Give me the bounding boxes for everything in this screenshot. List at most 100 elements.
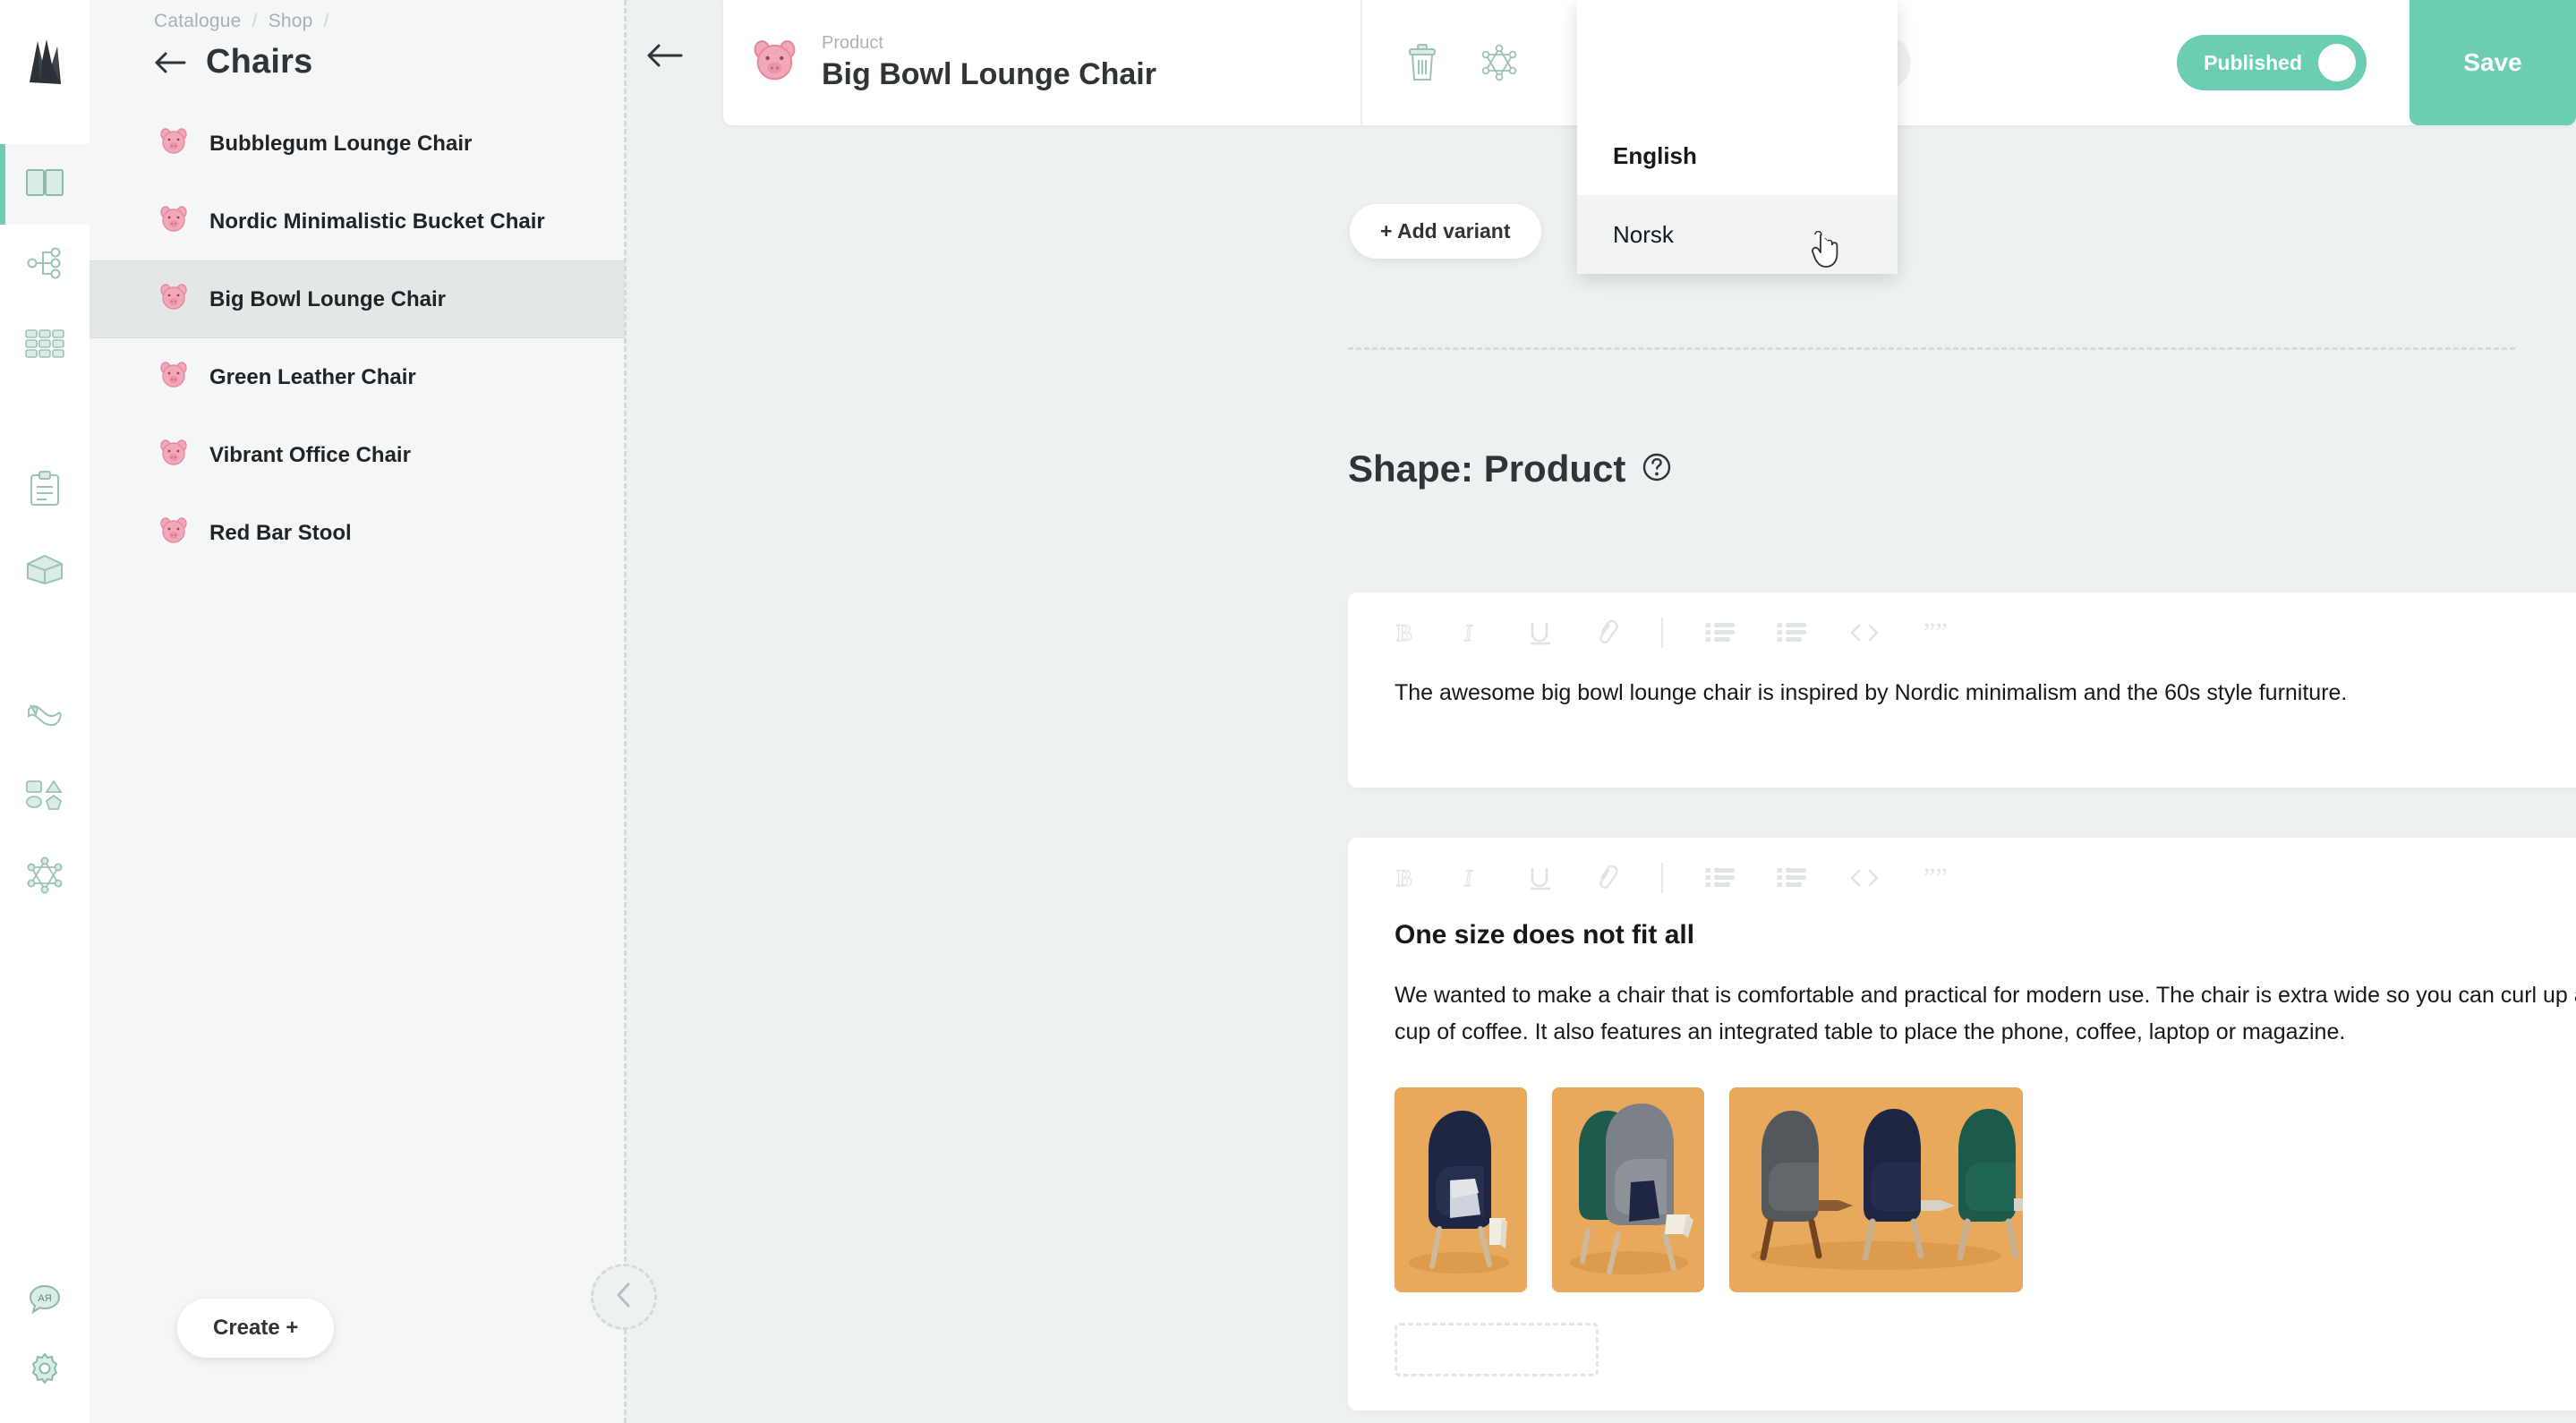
pointer-cursor-icon [1808, 230, 1838, 268]
description-editor-toolbar: B I ”” [1348, 838, 2576, 893]
delete-product-button[interactable] [1407, 44, 1437, 81]
navy-lounge-chair-image[interactable] [1395, 1087, 1527, 1292]
breadcrumb-item-shop[interactable]: Shop [269, 11, 313, 31]
pig-avatar-icon [159, 361, 190, 394]
summary-editor-card: B I ”” The awesome big bowl lounge chair… [1348, 592, 2576, 788]
underline-icon[interactable] [1527, 619, 1552, 646]
list-item-label: Bubblegum Lounge Chair [209, 131, 473, 156]
add-variant-button[interactable]: + Add variant [1350, 204, 1541, 259]
save-button[interactable]: Save [2410, 0, 2576, 125]
pig-avatar-icon [159, 283, 190, 316]
description-editor-body[interactable]: One size does not fit all We wanted to m… [1348, 893, 2576, 1050]
question-circle-icon[interactable] [1642, 452, 1672, 487]
clipboard-icon [30, 470, 60, 511]
product-title: Big Bowl Lounge Chair [822, 57, 1156, 91]
sitemap-icon [27, 247, 63, 284]
publish-label: Published [2204, 50, 2302, 74]
svg-text:AЯ: AЯ [38, 1293, 51, 1304]
list-item[interactable]: Green Leather Chair [90, 338, 625, 416]
shape-heading: Shape: Product [1348, 447, 1672, 490]
panel-title-row: Chairs [154, 43, 625, 81]
product-text-block: Product Big Bowl Lounge Chair [822, 33, 1156, 92]
breadcrumb-separator: / [252, 11, 258, 31]
sidebar-item-topics[interactable] [0, 225, 90, 305]
svg-text:I: I [1463, 620, 1473, 646]
numbered-list-icon[interactable] [1778, 621, 1806, 644]
list-item-label: Red Bar Stool [209, 520, 352, 545]
panel-divider [624, 0, 627, 1423]
product-type-label: Product [822, 33, 883, 53]
list-item[interactable]: Nordic Minimalistic Bucket Chair [90, 183, 625, 260]
code-icon[interactable] [1849, 867, 1880, 889]
collapse-panel-button[interactable] [591, 1264, 657, 1330]
svg-text:””: ”” [1923, 866, 1948, 890]
summary-text: The awesome big bowl lounge chair is ins… [1395, 680, 2348, 705]
language-option-english[interactable]: English [1577, 116, 1898, 195]
breadcrumb-item-catalogue[interactable]: Catalogue [154, 11, 242, 31]
language-option-norsk[interactable]: Norsk [1577, 195, 1898, 274]
sidebar-item-shipping[interactable] [0, 531, 90, 611]
list-item[interactable]: Red Bar Stool [90, 494, 625, 572]
sidebar-item-pim[interactable] [0, 676, 90, 756]
section-divider [1348, 347, 2515, 350]
quote-icon[interactable]: ”” [1923, 863, 1949, 892]
graphql-api-button[interactable] [1480, 44, 1518, 81]
bold-icon[interactable]: B [1395, 619, 1418, 646]
box-icon [26, 553, 64, 590]
chevron-left-icon [614, 1282, 634, 1313]
main-back-button[interactable] [645, 43, 685, 68]
shape-title: Shape: Product [1348, 447, 1626, 490]
toolbar-separator [1661, 618, 1663, 648]
list-item[interactable]: Vibrant Office Chair [90, 416, 625, 494]
toolbar-separator [1661, 863, 1663, 893]
catalogue-list-panel: Catalogue / Shop / Chairs Bubblegum Loun… [90, 0, 625, 1423]
italic-icon[interactable]: I [1461, 619, 1484, 646]
code-icon[interactable] [1849, 622, 1880, 643]
description-editor-card: B I ”” One size does not fit all We want… [1348, 838, 2576, 1410]
description-image-strip [1348, 1050, 2576, 1292]
list-item-label: Nordic Minimalistic Bucket Chair [209, 209, 545, 234]
summary-editor-body[interactable]: The awesome big bowl lounge chair is ins… [1348, 648, 2576, 712]
list-item-label: Big Bowl Lounge Chair [209, 286, 446, 311]
sidebar-item-catalogue[interactable] [0, 144, 90, 225]
list-item[interactable]: Bubblegum Lounge Chair [90, 105, 625, 183]
numbered-list-icon[interactable] [1778, 866, 1806, 890]
breadcrumb-separator-2: / [323, 11, 329, 31]
icon-rail: AЯ [0, 0, 90, 1423]
sidebar-item-orders[interactable] [0, 450, 90, 531]
add-variant-row: + Add variant [1350, 204, 1541, 259]
app-root: AЯ Catalogue / Shop / Chairs Bubblegum L… [0, 0, 2576, 1423]
pig-avatar-icon [159, 205, 190, 238]
add-image-placeholder[interactable] [1395, 1323, 1599, 1376]
bold-icon[interactable]: B [1395, 865, 1418, 891]
ab-bubble-icon: AЯ [28, 1283, 62, 1322]
underline-icon[interactable] [1527, 865, 1552, 891]
trash-icon [1407, 44, 1437, 84]
graphql-icon [26, 856, 64, 899]
bullet-list-icon[interactable] [1706, 621, 1735, 644]
description-paragraph: We wanted to make a chair that is comfor… [1395, 983, 2576, 1044]
link-icon[interactable] [1595, 619, 1618, 646]
italic-icon[interactable]: I [1461, 865, 1484, 891]
quote-icon[interactable]: ”” [1923, 618, 1949, 647]
list-item-label: Green Leather Chair [209, 364, 416, 389]
bullet-list-icon[interactable] [1706, 866, 1735, 890]
sidebar-item-language[interactable]: AЯ [0, 1262, 90, 1342]
publish-toggle[interactable]: Published [2177, 35, 2367, 90]
pig-avatar-icon [159, 439, 190, 472]
list-item-selected[interactable]: Big Bowl Lounge Chair [90, 260, 625, 338]
sidebar-item-grid[interactable] [0, 305, 90, 386]
crystallize-logo-icon[interactable] [25, 38, 64, 94]
sidebar-item-shapes[interactable] [0, 756, 90, 837]
list-item-label: Vibrant Office Chair [209, 442, 411, 467]
sidebar-item-graphql[interactable] [0, 837, 90, 917]
three-chairs-lineup-image[interactable] [1729, 1087, 2023, 1292]
pig-avatar-icon [159, 516, 190, 550]
green-grey-lounge-chairs-image[interactable] [1552, 1087, 1704, 1292]
sidebar-item-settings[interactable] [0, 1342, 90, 1423]
arrow-left-icon[interactable] [154, 51, 186, 74]
create-button[interactable]: Create + [177, 1299, 335, 1358]
arrow-left-icon [645, 44, 685, 72]
plug-icon [26, 701, 64, 732]
link-icon[interactable] [1595, 865, 1618, 891]
